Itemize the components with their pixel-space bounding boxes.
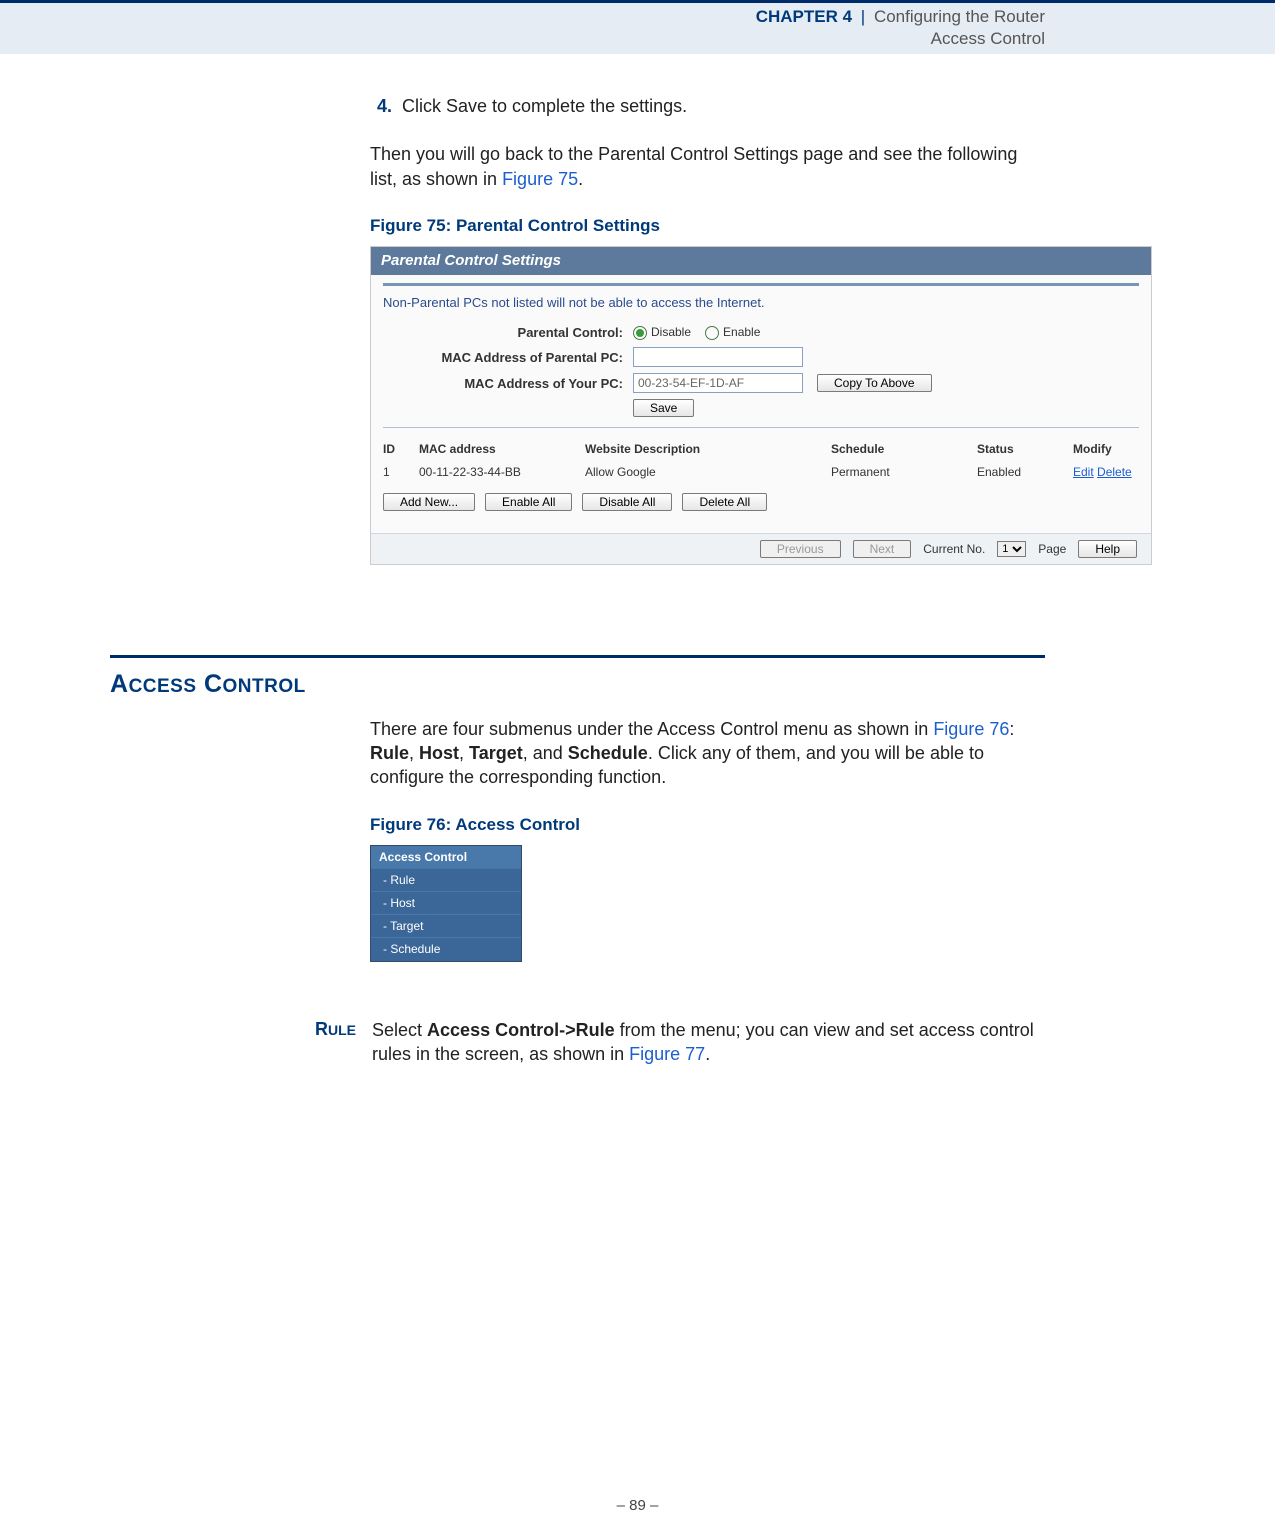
step-number: 4. bbox=[370, 94, 392, 118]
col-mac: MAC address bbox=[419, 441, 579, 457]
parental-control-panel: Parental Control Settings Non-Parental P… bbox=[370, 246, 1152, 565]
section-rule bbox=[110, 655, 1045, 658]
rule-block: RULE Select Access Control->Rule from th… bbox=[288, 1018, 1045, 1067]
step-text: Click Save to complete the settings. bbox=[402, 94, 687, 118]
save-button[interactable]: Save bbox=[633, 399, 694, 417]
page-number: – 89 – bbox=[0, 1497, 1275, 1514]
help-button[interactable]: Help bbox=[1078, 540, 1137, 558]
mac-parent-input[interactable] bbox=[633, 347, 803, 367]
cell-sched: Permanent bbox=[831, 464, 971, 480]
paging-bar: Previous Next Current No. 1 Page Help bbox=[371, 533, 1151, 564]
current-no-label: Current No. bbox=[923, 541, 985, 557]
figure-75-caption: Figure 75: Parental Control Settings bbox=[370, 215, 1045, 238]
intro-paragraph: Then you will go back to the Parental Co… bbox=[370, 142, 1045, 191]
figure-76-caption: Figure 76: Access Control bbox=[370, 814, 1045, 837]
intro-text-a: Then you will go back to the Parental Co… bbox=[370, 144, 1017, 188]
parental-control-label: Parental Control: bbox=[383, 324, 623, 342]
page-header: CHAPTER 4 | Configuring the Router Acces… bbox=[0, 0, 1275, 54]
next-button[interactable]: Next bbox=[853, 540, 912, 558]
section-subtitle: Access Control bbox=[0, 28, 1045, 50]
rules-table: ID MAC address Website Description Sched… bbox=[383, 438, 1139, 482]
mac-your-label: MAC Address of Your PC: bbox=[383, 375, 623, 393]
access-control-menu: Access Control - Rule - Host - Target - … bbox=[370, 845, 522, 962]
figure-75-link[interactable]: Figure 75 bbox=[502, 169, 578, 189]
col-desc: Website Description bbox=[585, 441, 825, 457]
enable-radio[interactable]: Enable bbox=[705, 324, 760, 340]
access-control-body: There are four submenus under the Access… bbox=[370, 717, 1045, 790]
panel-divider bbox=[383, 427, 1139, 428]
table-header: ID MAC address Website Description Sched… bbox=[383, 438, 1139, 460]
step-4: 4. Click Save to complete the settings. bbox=[370, 94, 1045, 118]
radio-dot-icon bbox=[705, 326, 719, 340]
add-new-button[interactable]: Add New... bbox=[383, 493, 475, 511]
panel-title: Parental Control Settings bbox=[371, 247, 1151, 275]
col-status: Status bbox=[977, 441, 1067, 457]
col-sched: Schedule bbox=[831, 441, 971, 457]
chapter-label: CHAPTER 4 bbox=[756, 7, 852, 26]
header-pipe: | bbox=[857, 7, 869, 26]
mac-parent-label: MAC Address of Parental PC: bbox=[383, 349, 623, 367]
figure-77-link[interactable]: Figure 77 bbox=[629, 1044, 705, 1064]
menu-item-target[interactable]: - Target bbox=[371, 914, 521, 937]
table-row: 1 00-11-22-33-44-BB Allow Google Permane… bbox=[383, 461, 1139, 483]
menu-head: Access Control bbox=[371, 846, 521, 868]
panel-note: Non-Parental PCs not listed will not be … bbox=[383, 294, 1139, 312]
mac-your-input[interactable] bbox=[633, 373, 803, 393]
enable-all-button[interactable]: Enable All bbox=[485, 493, 572, 511]
chapter-title: Configuring the Router bbox=[874, 7, 1045, 26]
delete-all-button[interactable]: Delete All bbox=[682, 493, 767, 511]
panel-rule-top bbox=[383, 283, 1139, 286]
menu-item-schedule[interactable]: - Schedule bbox=[371, 937, 521, 960]
disable-all-button[interactable]: Disable All bbox=[582, 493, 672, 511]
cell-status: Enabled bbox=[977, 464, 1067, 480]
cell-mac: 00-11-22-33-44-BB bbox=[419, 464, 579, 480]
disable-radio[interactable]: Disable bbox=[633, 324, 691, 340]
page-select[interactable]: 1 bbox=[997, 541, 1026, 557]
intro-text-b: . bbox=[578, 169, 583, 189]
col-id: ID bbox=[383, 441, 413, 457]
cell-desc: Allow Google bbox=[585, 464, 825, 480]
edit-link[interactable]: Edit bbox=[1073, 465, 1094, 479]
figure-76-link[interactable]: Figure 76 bbox=[933, 719, 1009, 739]
rule-text: Select Access Control->Rule from the men… bbox=[372, 1018, 1045, 1067]
page-label: Page bbox=[1038, 541, 1066, 557]
copy-to-above-button[interactable]: Copy To Above bbox=[817, 374, 932, 392]
menu-item-rule[interactable]: - Rule bbox=[371, 868, 521, 891]
radio-dot-icon bbox=[633, 326, 647, 340]
previous-button[interactable]: Previous bbox=[760, 540, 841, 558]
access-control-heading: ACCESS CONTROL bbox=[110, 670, 1275, 699]
rule-side-label: RULE bbox=[288, 1018, 356, 1041]
col-modify: Modify bbox=[1073, 441, 1163, 457]
delete-link[interactable]: Delete bbox=[1097, 465, 1132, 479]
menu-item-host[interactable]: - Host bbox=[371, 891, 521, 914]
cell-id: 1 bbox=[383, 464, 413, 480]
